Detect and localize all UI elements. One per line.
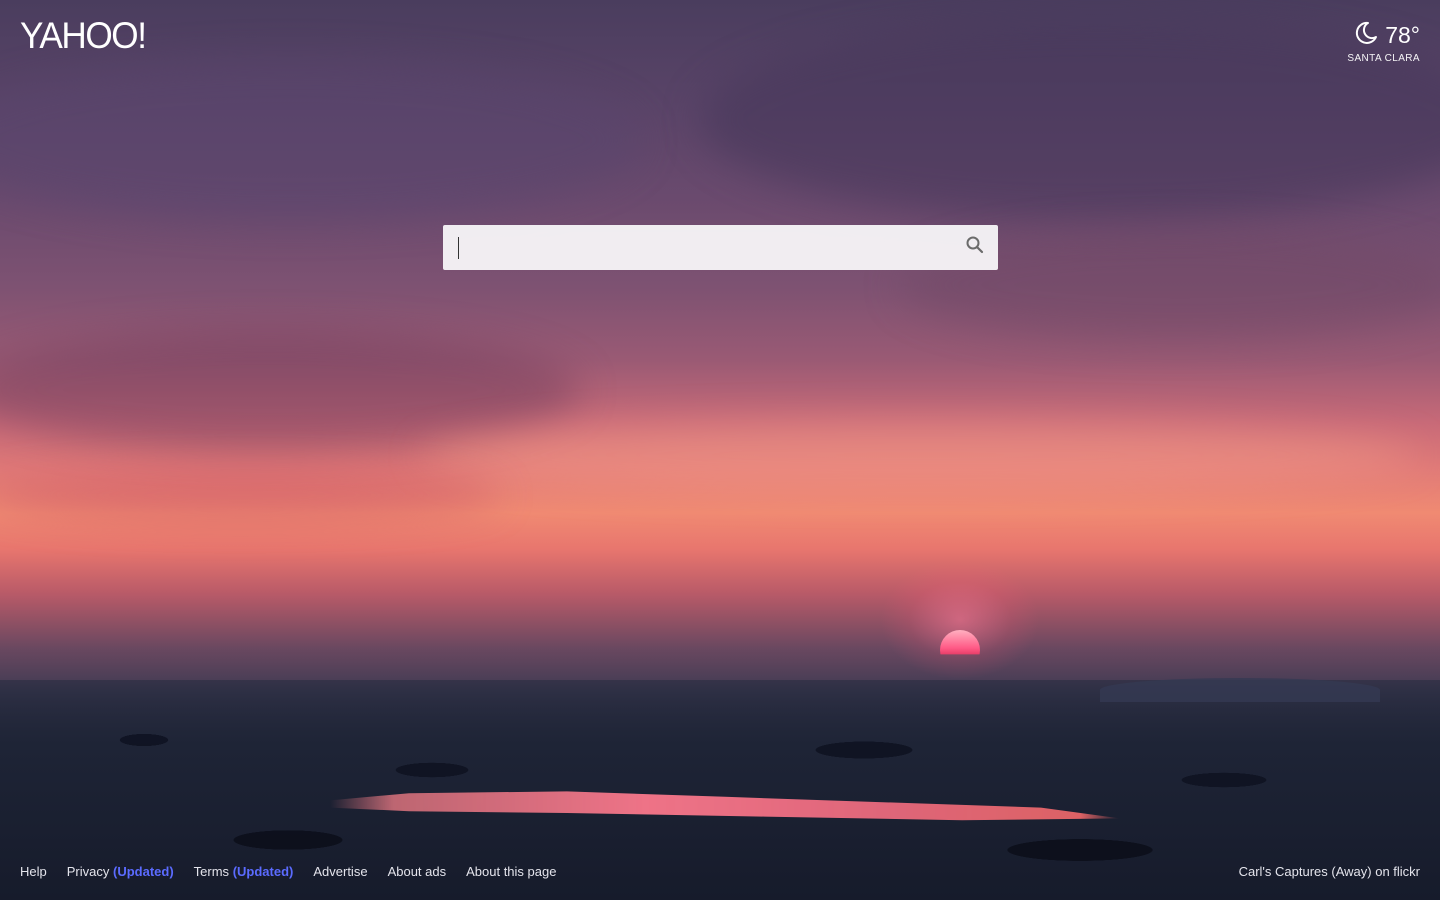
weather-widget[interactable]: 78° SANTA CLARA [1347,20,1420,64]
weather-temperature: 78° [1385,22,1420,48]
search-button[interactable] [952,225,998,270]
background-cloud-glow [420,420,1420,490]
search-input[interactable] [443,225,952,270]
about-ads-link[interactable]: About ads [388,864,447,879]
search-icon [965,235,985,260]
footer: Help Privacy (Updated) Terms (Updated) A… [0,842,1440,900]
advertise-link[interactable]: Advertise [313,864,367,879]
weather-city: SANTA CLARA [1347,53,1420,64]
privacy-updated-badge: (Updated) [113,863,174,879]
footer-links: Help Privacy (Updated) Terms (Updated) A… [20,864,556,879]
privacy-link-label: Privacy [66,863,110,879]
about-this-page-link-label: About this page [466,863,557,879]
text-caret [458,237,459,259]
help-link[interactable]: Help [20,864,47,879]
terms-link[interactable]: Terms (Updated) [194,864,294,879]
background-cloud [0,330,580,450]
about-this-page-link[interactable]: About this page [466,864,556,879]
background-cloud [700,20,1440,220]
terms-updated-badge: (Updated) [232,863,294,879]
photo-credit-link[interactable]: Carl's Captures (Away) on flickr [1239,864,1420,879]
search-bar [443,225,998,270]
background-cloud [0,60,640,220]
moon-icon [1353,20,1379,51]
distant-hill [1100,678,1380,702]
yahoo-logo[interactable]: YAHOO! [20,16,147,56]
setting-sun [940,630,980,670]
privacy-link[interactable]: Privacy (Updated) [67,864,174,879]
terms-link-label: Terms [193,863,230,879]
about-ads-link-label: About ads [387,863,447,879]
help-link-label: Help [20,863,47,879]
yahoo-homepage: YAHOO! 78° SANTA CLARA Help Privacy (Upd… [0,0,1440,900]
background-cloud [0,470,500,520]
advertise-link-label: Advertise [313,863,368,879]
